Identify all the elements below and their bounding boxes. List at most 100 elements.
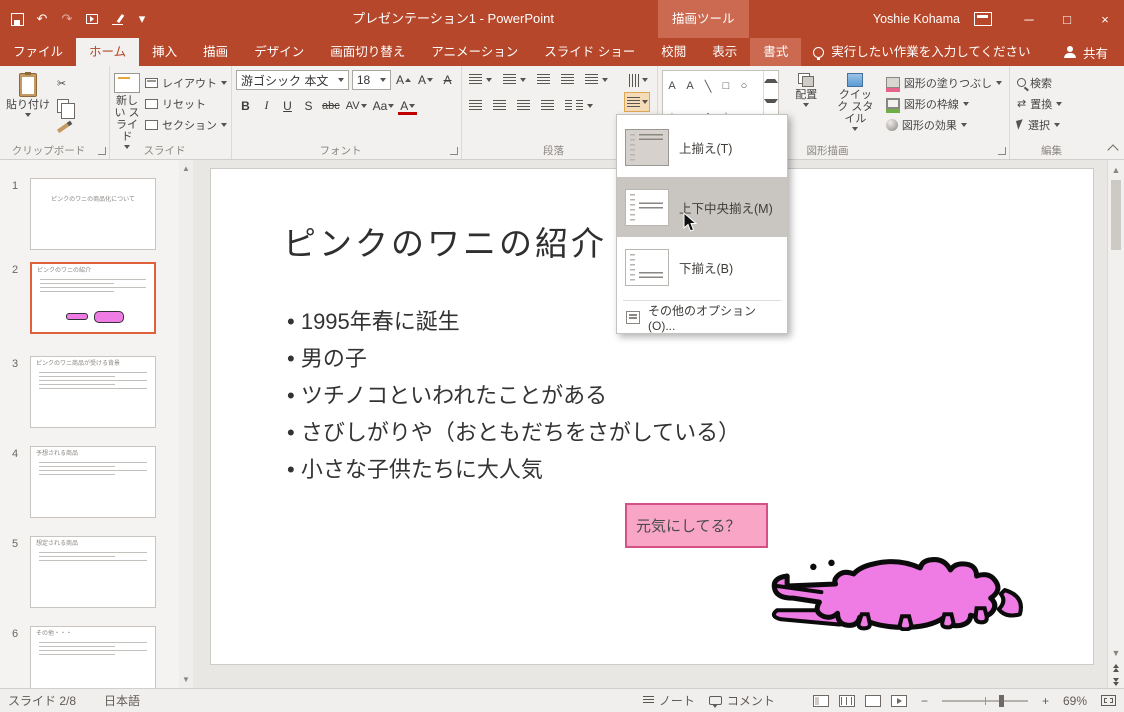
zoom-out-button[interactable]: − bbox=[921, 694, 928, 708]
scroll-up-icon[interactable]: ▲ bbox=[1108, 165, 1124, 175]
character-spacing-button[interactable]: AV bbox=[344, 96, 369, 115]
tab-insert[interactable]: 挿入 bbox=[139, 38, 190, 66]
tab-slideshow[interactable]: スライド ショー bbox=[531, 38, 648, 66]
bullets-button[interactable] bbox=[466, 70, 495, 89]
cut-button[interactable]: ✂ bbox=[54, 74, 72, 93]
align-right-button[interactable] bbox=[514, 96, 533, 115]
normal-view-button[interactable] bbox=[812, 694, 829, 707]
thumbnail-slide-3[interactable]: ピンクのワニ商品が受ける背景 bbox=[30, 356, 156, 428]
strikethrough-button[interactable]: abc bbox=[320, 96, 342, 115]
section-button[interactable]: セクション bbox=[142, 115, 230, 134]
thumbnail-slide-2-selected[interactable]: ピンクのワニの紹介 bbox=[30, 262, 156, 334]
tab-file[interactable]: ファイル bbox=[0, 38, 76, 66]
redo-icon[interactable]: ↷ bbox=[56, 7, 78, 31]
change-case-button[interactable]: Aa bbox=[371, 96, 397, 115]
shape-textbox-icon[interactable]: A bbox=[663, 71, 681, 101]
share-button[interactable]: 共有 bbox=[1048, 38, 1124, 66]
pink-callout-textbox[interactable]: 元気にしてる？ bbox=[625, 503, 768, 548]
tab-animations[interactable]: アニメーション bbox=[418, 38, 531, 66]
bold-button[interactable]: B bbox=[236, 96, 255, 115]
close-button[interactable]: × bbox=[1086, 0, 1124, 38]
font-size-combo[interactable]: 18 bbox=[351, 70, 391, 90]
ribbon-display-options-icon[interactable] bbox=[974, 12, 992, 26]
line-spacing-button[interactable] bbox=[582, 70, 611, 89]
shape-oval-icon[interactable]: ○ bbox=[735, 71, 753, 101]
clear-formatting-button[interactable]: A bbox=[438, 71, 457, 90]
tab-review[interactable]: 校閲 bbox=[648, 38, 699, 66]
menu-item-align-bottom[interactable]: 下揃え(B) bbox=[617, 237, 787, 297]
clipboard-dialog-launcher-icon[interactable] bbox=[98, 147, 106, 155]
panel-scroll-up-icon[interactable]: ▲ bbox=[182, 164, 190, 173]
numbering-button[interactable] bbox=[500, 70, 529, 89]
panel-scroll-down-icon[interactable]: ▼ bbox=[182, 675, 190, 684]
slideshow-view-button[interactable] bbox=[890, 694, 907, 707]
vertical-scrollbar[interactable]: ▲ ▼ bbox=[1107, 160, 1124, 688]
zoom-slider[interactable] bbox=[941, 694, 1028, 707]
columns-button[interactable] bbox=[562, 96, 596, 115]
account-name[interactable]: Yoshie Kohama bbox=[873, 12, 960, 26]
notes-button[interactable]: ノート bbox=[642, 692, 695, 709]
tab-design[interactable]: デザイン bbox=[241, 38, 317, 66]
font-dialog-launcher-icon[interactable] bbox=[450, 147, 458, 155]
paste-button[interactable]: 貼り付け bbox=[4, 70, 52, 117]
text-shadow-button[interactable]: S bbox=[299, 96, 318, 115]
zoom-level[interactable]: 69% bbox=[1063, 694, 1087, 708]
thumbnail-slide-6[interactable]: その他・・・ bbox=[30, 626, 156, 688]
font-name-combo[interactable]: 游ゴシック 本文 bbox=[236, 70, 349, 90]
panel-scrollbar[interactable]: ▲ ▼ bbox=[179, 160, 193, 688]
slide-indicator[interactable]: スライド 2/8 bbox=[8, 692, 76, 709]
format-painter-button[interactable] bbox=[54, 118, 72, 137]
shape-effects-button[interactable]: 図形の効果 bbox=[883, 115, 1005, 134]
tab-format[interactable]: 書式 bbox=[750, 38, 802, 66]
new-slide-button[interactable]: 新しい スライド bbox=[114, 70, 140, 149]
qat-customize-icon[interactable]: ▾ bbox=[131, 7, 153, 31]
save-icon[interactable] bbox=[6, 7, 28, 31]
scrollbar-thumb[interactable] bbox=[1111, 180, 1121, 250]
thumbnail-slide-5[interactable]: 想定される商品 bbox=[30, 536, 156, 608]
shape-line-icon[interactable]: ╲ bbox=[699, 71, 717, 101]
menu-item-more-options[interactable]: その他のオプション(O)... bbox=[617, 304, 787, 333]
align-center-button[interactable] bbox=[490, 96, 509, 115]
arrange-button[interactable]: 配置 bbox=[785, 70, 828, 107]
layout-button[interactable]: レイアウト bbox=[142, 73, 230, 92]
pink-crocodile-image[interactable] bbox=[769, 529, 1031, 631]
font-color-button[interactable]: A bbox=[398, 96, 417, 115]
select-button[interactable]: 選択 bbox=[1014, 115, 1101, 134]
menu-item-align-top[interactable]: 上揃え(T) bbox=[617, 117, 787, 177]
bullet-item[interactable]: 男の子 bbox=[287, 340, 740, 377]
justify-button[interactable] bbox=[538, 96, 557, 115]
scroll-down-icon[interactable]: ▼ bbox=[1112, 648, 1121, 658]
menu-item-align-middle[interactable]: 上下中央揃え(M) bbox=[617, 177, 787, 237]
align-text-button[interactable] bbox=[624, 92, 650, 112]
tell-me-box[interactable]: 実行したい作業を入力してください bbox=[801, 38, 1042, 66]
copy-button[interactable] bbox=[54, 96, 75, 119]
tab-home[interactable]: ホーム bbox=[76, 38, 140, 66]
find-button[interactable]: 検索 bbox=[1014, 73, 1101, 92]
tab-draw[interactable]: 描画 bbox=[190, 38, 241, 66]
language-indicator[interactable]: 日本語 bbox=[104, 692, 140, 709]
start-slideshow-icon[interactable] bbox=[81, 7, 103, 31]
increase-indent-button[interactable] bbox=[558, 70, 577, 89]
italic-button[interactable]: I bbox=[257, 96, 276, 115]
shape-vertical-textbox-icon[interactable]: A bbox=[681, 71, 699, 101]
tab-transitions[interactable]: 画面切り替え bbox=[317, 38, 418, 66]
maximize-button[interactable]: □ bbox=[1048, 0, 1086, 38]
undo-icon[interactable]: ↶ bbox=[31, 7, 53, 31]
decrease-indent-button[interactable] bbox=[534, 70, 553, 89]
thumbnail-slide-4[interactable]: 予想される商品 bbox=[30, 446, 156, 518]
drawing-dialog-launcher-icon[interactable] bbox=[998, 147, 1006, 155]
touch-mode-icon[interactable] bbox=[106, 7, 128, 31]
shape-rectangle-icon[interactable]: □ bbox=[717, 71, 735, 101]
reset-button[interactable]: リセット bbox=[142, 94, 230, 113]
tab-view[interactable]: 表示 bbox=[699, 38, 750, 66]
comments-button[interactable]: コメント bbox=[708, 692, 775, 709]
minimize-button[interactable]: ─ bbox=[1010, 0, 1048, 38]
zoom-slider-thumb[interactable] bbox=[998, 694, 1004, 707]
underline-button[interactable]: U bbox=[278, 96, 297, 115]
reading-view-button[interactable] bbox=[864, 694, 881, 707]
grow-font-button[interactable]: A bbox=[394, 71, 413, 90]
bullet-item[interactable]: ツチノコといわれたことがある bbox=[287, 377, 740, 414]
shape-fill-button[interactable]: 図形の塗りつぶし bbox=[883, 73, 1005, 92]
shrink-font-button[interactable]: A bbox=[416, 71, 435, 90]
replace-button[interactable]: ⇄ 置換 bbox=[1014, 94, 1101, 113]
